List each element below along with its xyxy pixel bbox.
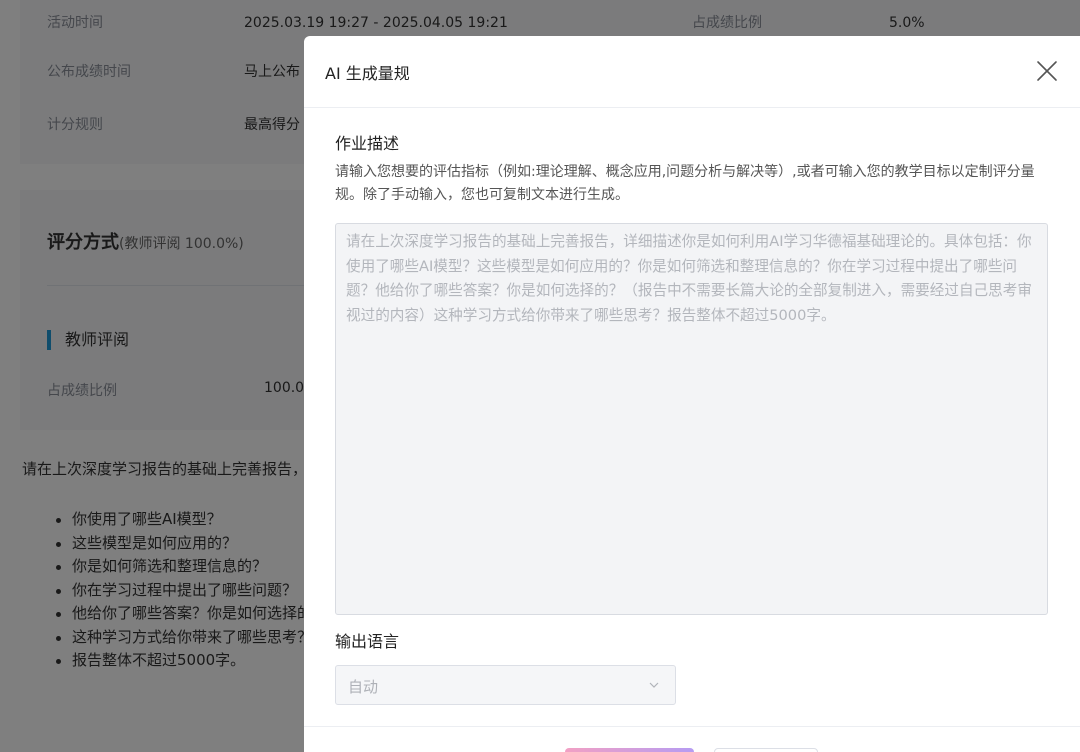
ai-rubric-modal: AI 生成量规 作业描述 请输入您想要的评估指标（例如:理论理解、概念应用,问题… — [304, 36, 1080, 752]
chevron-down-icon — [649, 682, 659, 688]
task-description-textarea[interactable] — [335, 223, 1048, 615]
generate-button[interactable] — [565, 748, 694, 752]
output-language-label: 输出语言 — [335, 632, 400, 651]
modal-header: AI 生成量规 — [304, 36, 1080, 108]
close-icon — [1037, 61, 1057, 81]
modal-title: AI 生成量规 — [325, 64, 410, 83]
task-description-hint: 请输入您想要的评估指标（例如:理论理解、概念应用,问题分析与解决等）,或者可输入… — [335, 164, 1035, 203]
modal-footer-divider — [304, 726, 1080, 727]
close-button[interactable] — [1034, 58, 1060, 84]
cancel-button[interactable] — [714, 748, 818, 752]
task-description-label: 作业描述 — [335, 134, 400, 153]
output-language-value: 自动 — [348, 678, 379, 696]
output-language-select[interactable]: 自动 — [335, 665, 676, 705]
